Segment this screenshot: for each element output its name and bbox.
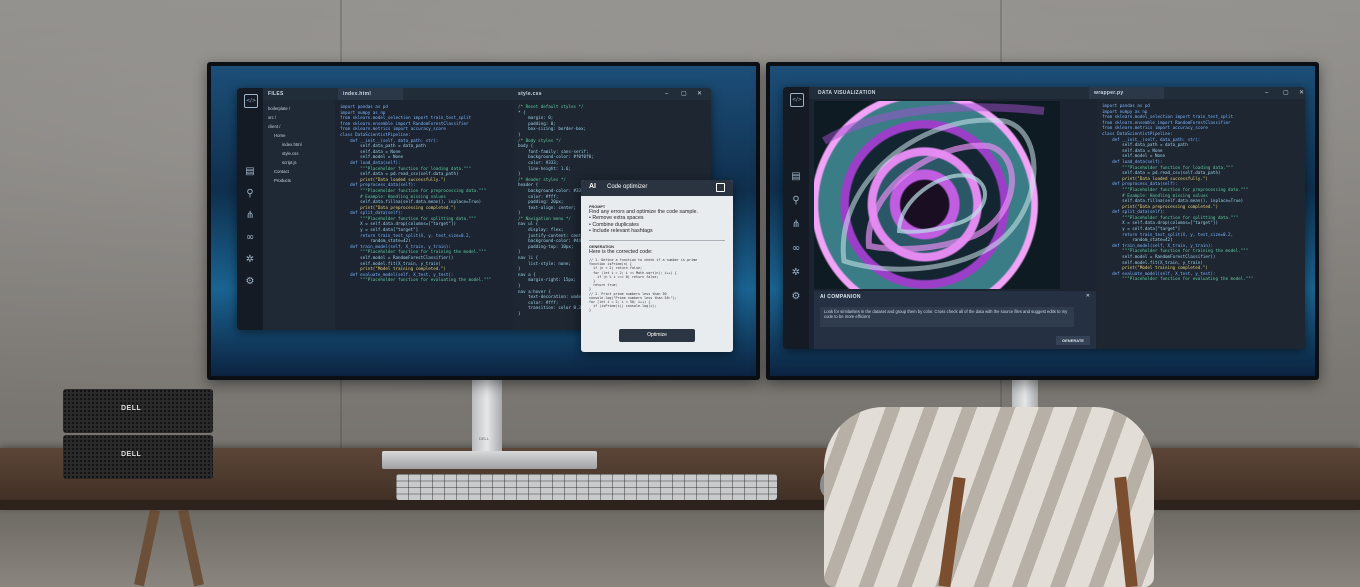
code-optimizer-popup: AI Code optimizer PROMPT Find any errors… — [581, 180, 733, 352]
right-monitor: </> ▤ ⚲ ⋔ ∞ ✲ ⚙ DATA VISUALIZATION wrapp… — [766, 62, 1319, 380]
bug-icon[interactable]: ✲ — [244, 254, 256, 266]
python-code-pane[interactable]: import pandas as pd import numpy as np fro… — [1097, 99, 1305, 349]
companion-close-icon[interactable]: ✕ — [1086, 293, 1090, 299]
code-line: self.data.fillna(self.data.mean(), inpla… — [340, 199, 482, 205]
tree-item-folder[interactable]: client / — [268, 122, 330, 131]
maximize-button[interactable]: ▢ — [681, 88, 687, 100]
left-monitor-base — [382, 451, 597, 469]
dell-logo: DELL — [121, 405, 142, 412]
dell-pc-top: DELL — [63, 389, 213, 433]
expand-icon[interactable] — [716, 183, 725, 192]
popup-header: AI Code optimizer — [581, 180, 733, 196]
ai-badge: AI — [589, 183, 596, 190]
share-icon[interactable]: ⋔ — [790, 219, 802, 231]
files-header: FILES — [268, 91, 284, 97]
search-icon[interactable]: ⚲ — [244, 188, 256, 200]
popup-title: Code optimizer — [607, 184, 648, 190]
tree-item-file[interactable]: index.html — [268, 140, 330, 149]
code-logo-icon[interactable]: </> — [244, 94, 258, 108]
python-code-pane[interactable]: import pandas as pd import numpy as np fro… — [335, 100, 511, 330]
editor-sidebar-rail: </> ▤ ⚲ ⋔ ∞ ✲ ⚙ — [237, 88, 263, 330]
chair-back — [824, 407, 1154, 587]
share-icon[interactable]: ⋔ — [244, 210, 256, 222]
tab-wrapper-py[interactable]: wrapper.py — [1089, 87, 1164, 99]
left-monitor-stand: DELL — [472, 378, 502, 458]
data-visualization-image — [814, 101, 1060, 289]
popup-body: PROMPT Find any errors and optimize the … — [581, 196, 733, 318]
gear-icon[interactable]: ⚙ — [244, 276, 256, 288]
desk-edge — [0, 500, 1360, 510]
minimize-button[interactable]: – — [1265, 87, 1268, 99]
tree-item-folder[interactable]: Products — [268, 176, 330, 185]
generation-text: Here is the corrected code: — [589, 248, 653, 255]
search-icon[interactable]: ⚲ — [790, 195, 802, 207]
tree-item-folder[interactable]: boilerplate / — [268, 104, 330, 113]
floor — [0, 510, 1360, 587]
divider — [589, 239, 725, 241]
right-screen: </> ▤ ⚲ ⋔ ∞ ✲ ⚙ DATA VISUALIZATION wrapp… — [770, 66, 1315, 376]
generate-button[interactable]: GENERATE — [1056, 336, 1090, 345]
code-line: """Placeholder function for evaluating t… — [1102, 276, 1254, 282]
generated-code-line: } — [589, 308, 592, 313]
editor-tabbar: FILES index.html style.css – ▢ ✕ — [263, 88, 711, 100]
minimize-button[interactable]: – — [665, 88, 668, 100]
stand-logo: DELL — [479, 436, 490, 441]
link-icon[interactable]: ∞ — [244, 232, 256, 244]
generated-code: // 1. Define a function to check if a nu… — [589, 258, 725, 313]
code-line: """Placeholder function for preprocessin… — [340, 187, 487, 193]
ai-companion-title: AI COMPANION — [820, 294, 861, 300]
tab-style-css[interactable]: style.css — [513, 88, 578, 100]
ai-companion-panel: AI COMPANION ✕ Look for similarities in … — [814, 291, 1096, 349]
file-tree: boilerplate / src / client / Home index.… — [263, 100, 335, 330]
prompt-line: • Include relevant hashtags — [589, 228, 653, 235]
close-button[interactable]: ✕ — [1299, 87, 1304, 99]
viz-tabbar: DATA VISUALIZATION wrapper.py – ▢ ✕ — [809, 87, 1305, 99]
maximize-button[interactable]: ▢ — [1283, 87, 1289, 99]
optimize-button[interactable]: Optimize — [619, 329, 695, 342]
ai-companion-prompt[interactable]: Look for similarities in the dataset and… — [820, 307, 1074, 327]
keyboard — [396, 474, 777, 500]
tree-item-file[interactable]: style.css — [268, 149, 330, 158]
bug-icon[interactable]: ✲ — [790, 267, 802, 279]
gear-icon[interactable]: ⚙ — [790, 291, 802, 303]
link-icon[interactable]: ∞ — [790, 243, 802, 255]
tree-item-folder[interactable]: Contact — [268, 167, 330, 176]
viz-sidebar-rail: </> ▤ ⚲ ⋔ ∞ ✲ ⚙ — [783, 87, 809, 349]
code-line: """Placeholder function for evaluating t… — [340, 277, 492, 283]
tree-item-folder[interactable]: Home — [268, 131, 330, 140]
dell-pc-bottom: DELL — [63, 435, 213, 479]
data-visualization-header: DATA VISUALIZATION — [818, 90, 876, 96]
dell-logo: DELL — [121, 451, 142, 458]
swirl-pattern-graphic — [821, 103, 1045, 272]
close-button[interactable]: ✕ — [697, 88, 702, 100]
data-viz-window: </> ▤ ⚲ ⋔ ∞ ✲ ⚙ DATA VISUALIZATION wrapp… — [783, 87, 1305, 349]
document-icon[interactable]: ▤ — [244, 166, 256, 178]
code-logo-icon[interactable]: </> — [790, 93, 804, 107]
tree-item-folder[interactable]: src / — [268, 113, 330, 122]
document-icon[interactable]: ▤ — [790, 171, 802, 183]
tab-index-html[interactable]: index.html — [338, 88, 403, 100]
tree-item-file[interactable]: script.js — [268, 158, 330, 167]
